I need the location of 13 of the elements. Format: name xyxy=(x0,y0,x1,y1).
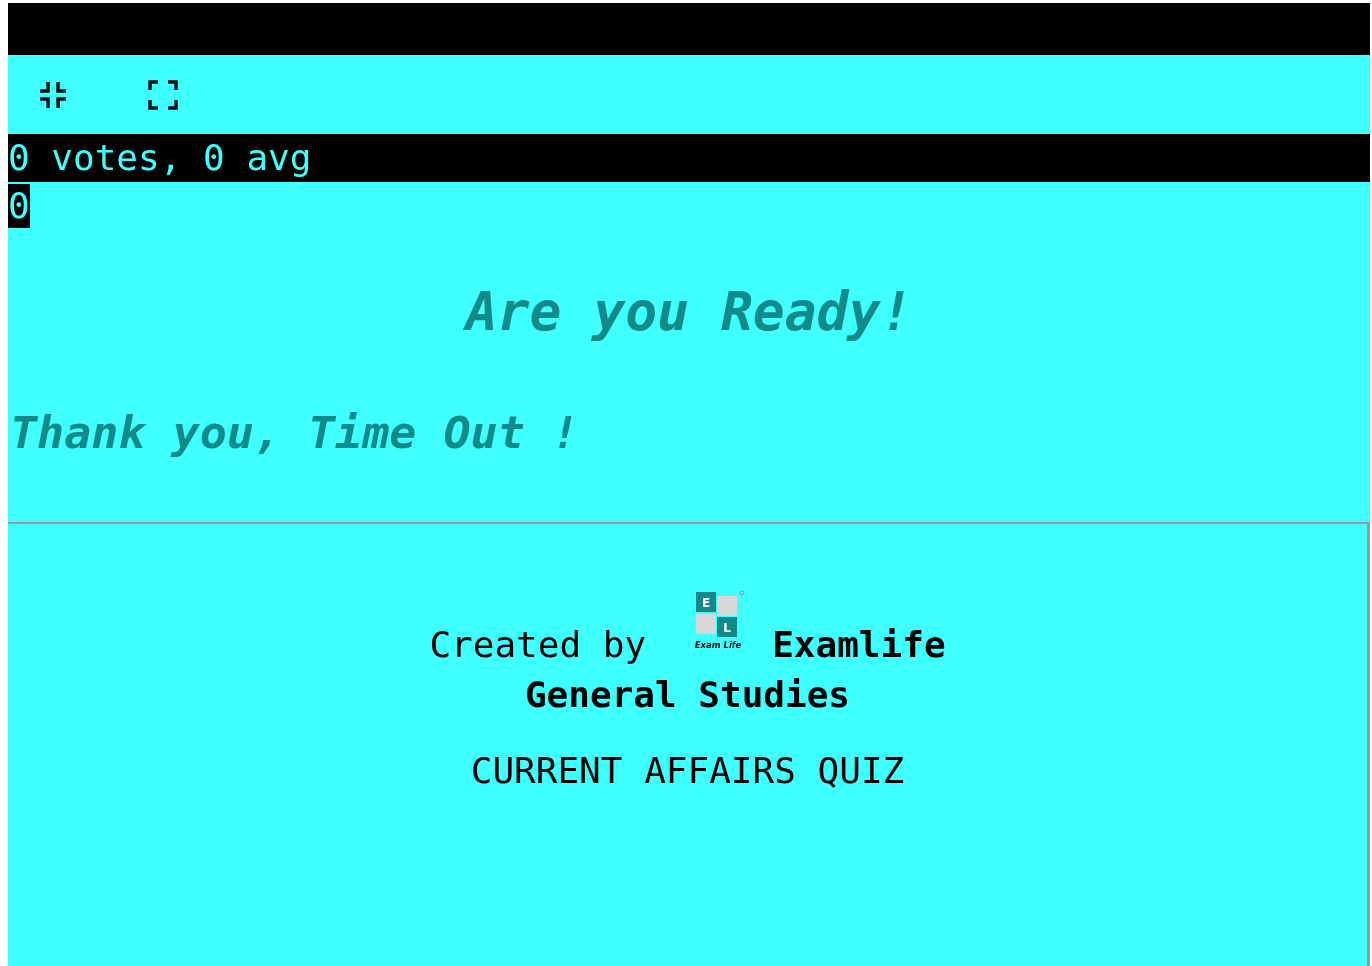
quiz-name: CURRENT AFFAIRS QUIZ xyxy=(470,750,905,792)
fullscreen-icon xyxy=(148,79,178,110)
category-title: General Studies xyxy=(524,674,851,716)
exit-fullscreen-icon xyxy=(38,79,68,110)
vote-count: 0 xyxy=(8,184,30,228)
logo: E L Exam Life xyxy=(692,590,747,656)
quiz-title: Are you Ready! xyxy=(465,280,913,344)
fullscreen-button[interactable] xyxy=(148,79,178,110)
exit-fullscreen-button[interactable] xyxy=(38,79,68,110)
created-by-label: Created by xyxy=(429,624,647,666)
brand-name: Examlife xyxy=(772,624,946,666)
timeout-message: Thank you, Time Out ! xyxy=(10,406,579,460)
vote-summary: 0 votes, 0 avg xyxy=(8,134,1370,182)
